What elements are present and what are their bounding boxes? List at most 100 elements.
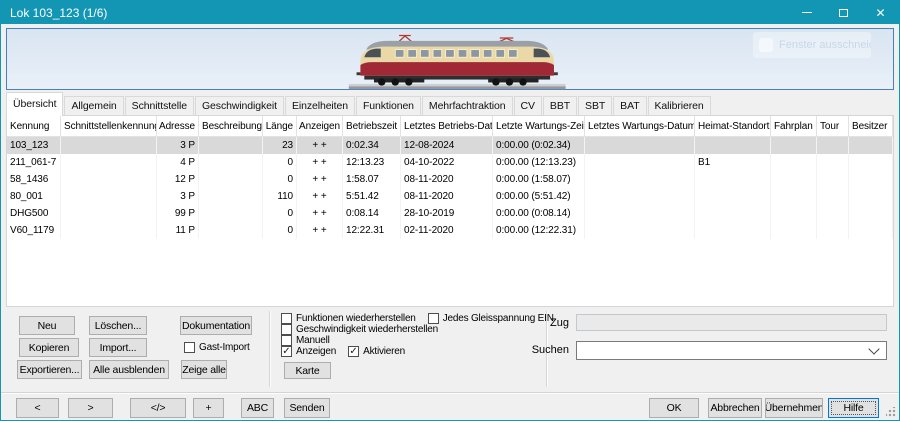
cell-adresse: 4 P [157, 154, 199, 171]
cell-letztes-wartungs-datum [585, 188, 695, 205]
option-line-4: ✓Anzeigen ✓Aktivieren [281, 346, 417, 357]
column-header-letztes-wartungs-datum[interactable]: Letztes Wartungs-Datum [585, 116, 695, 136]
gast-import-checkbox-box[interactable] [184, 342, 195, 353]
cell-letztes-wartungs-datum [585, 154, 695, 171]
ok-button[interactable]: OK [649, 398, 699, 418]
uebernehmen-button[interactable]: Übernehmen [765, 398, 823, 418]
geschwindigkeit-wiederherstellen-checkbox[interactable]: Geschwindigkeit wiederherstellen [281, 324, 438, 335]
cell-adresse: 3 P [157, 188, 199, 205]
cell-letztes-wartungs-datum [585, 205, 695, 222]
maximize-icon [839, 9, 848, 17]
column-header-besitzer[interactable]: Besitzer [849, 116, 893, 136]
cell-schnittstellenkennung [61, 205, 157, 222]
column-header-lange[interactable]: Länge [263, 116, 297, 136]
gast-import-checkbox[interactable]: Gast-Import [184, 342, 262, 353]
tab-allgemein[interactable]: Allgemein [64, 96, 123, 116]
cell-fahrplan [771, 154, 817, 171]
prev-button[interactable]: < [16, 398, 59, 418]
table-row[interactable]: DHG50099 P0+ +0:08.1428-10-20190:00.00 (… [7, 205, 893, 222]
checkbox-box[interactable]: ✓ [348, 346, 359, 357]
tab-funktionen[interactable]: Funktionen [356, 96, 421, 116]
column-header-betriebszeit[interactable]: Betriebszeit [343, 116, 401, 136]
cell-anzeigen: + + [297, 205, 343, 222]
column-header-tour[interactable]: Tour [817, 116, 849, 136]
column-header-anzeigen[interactable]: Anzeigen [297, 116, 343, 136]
table-row[interactable]: 103_1233 P23+ +0:02.3412-08-20240:00.00 … [7, 137, 893, 154]
plus-button[interactable]: + [193, 398, 224, 418]
checkbox-box[interactable] [281, 313, 292, 324]
column-header-letztes-betriebs-datum[interactable]: Letztes Betriebs-Datum [401, 116, 493, 136]
table-row[interactable]: V60_117911 P0+ +12:22.3102-11-20200:00.0… [7, 222, 893, 239]
dokumentation-button[interactable]: Dokumentation [180, 316, 252, 335]
abc-button[interactable]: ABC [241, 398, 274, 418]
resize-grip[interactable] [886, 407, 896, 417]
code-button[interactable]: </> [130, 398, 186, 418]
tab-ubersicht[interactable]: Übersicht [6, 92, 63, 116]
cell-heimat-standort [695, 188, 771, 205]
table-row[interactable]: 58_143612 P0+ +1:58.0708-11-20200:00.00 … [7, 171, 893, 188]
zug-input[interactable] [576, 314, 887, 331]
zeige-alle-button[interactable]: Zeige alle [181, 360, 227, 379]
column-header-schnittstellenkennung[interactable]: Schnittstellenkennung [61, 116, 157, 136]
cell-besitzer [849, 188, 893, 205]
lok-dialog-window: Lok 103_123 (1/6) ✕ [0, 0, 900, 421]
tab-cv[interactable]: CV [514, 96, 542, 116]
close-icon: ✕ [875, 6, 885, 20]
cell-heimat-standort: B1 [695, 154, 771, 171]
import-button[interactable]: Import... [89, 338, 147, 357]
cell-letztes-betriebs-datum: 12-08-2024 [401, 137, 493, 154]
tab-kalibrieren[interactable]: Kalibrieren [648, 96, 711, 116]
manuell-checkbox[interactable]: Manuell [281, 335, 330, 346]
senden-button[interactable]: Senden [284, 398, 330, 418]
cell-fahrplan [771, 205, 817, 222]
cell-fahrplan [771, 171, 817, 188]
tab-schnittstelle[interactable]: Schnittstelle [125, 96, 194, 116]
abbrechen-button[interactable]: Abbrechen [708, 398, 762, 418]
cell-heimat-standort [695, 171, 771, 188]
tab-bat[interactable]: BAT [613, 96, 646, 116]
next-button[interactable]: > [68, 398, 113, 418]
maximize-button[interactable] [825, 1, 862, 24]
column-header-letzte-wartungs-zeit[interactable]: Letzte Wartungs-Zeit [493, 116, 585, 136]
exportieren-button[interactable]: Exportieren... [17, 360, 82, 379]
checkbox-box[interactable] [281, 324, 292, 335]
cell-lange: 0 [263, 222, 297, 239]
cell-kennung: DHG500 [7, 205, 61, 222]
checkbox-box[interactable]: ✓ [281, 346, 292, 357]
aktivieren-checkbox[interactable]: ✓Aktivieren [348, 346, 405, 357]
alle-ausblenden-button[interactable]: Alle ausblenden [89, 360, 169, 379]
cell-heimat-standort [695, 205, 771, 222]
column-header-kennung[interactable]: Kennung [7, 116, 61, 136]
tab-sbt[interactable]: SBT [578, 96, 612, 116]
close-button[interactable]: ✕ [862, 1, 899, 24]
tab-mehrfachtraktion[interactable]: Mehrfachtraktion [422, 96, 513, 116]
table-row[interactable]: 211_061-74 P0+ +12:13.2304-10-20220:00.0… [7, 154, 893, 171]
tab-einzelheiten[interactable]: Einzelheiten [285, 96, 355, 116]
cell-letzte-wartungs-zeit: 0:00.00 (0:02.34) [493, 137, 585, 154]
chevron-down-icon [868, 343, 879, 354]
funktionen-wiederherstellen-checkbox[interactable]: Funktionen wiederherstellen [281, 313, 416, 324]
kopieren-button[interactable]: Kopieren [19, 338, 79, 357]
cell-beschreibung [199, 171, 263, 188]
checkbox-box[interactable] [281, 335, 292, 346]
suchen-combobox[interactable] [576, 341, 887, 360]
column-header-heimat-standort[interactable]: Heimat-Standort [695, 116, 771, 136]
column-header-beschreibung[interactable]: Beschreibung [199, 116, 263, 136]
tab-bbt[interactable]: BBT [543, 96, 577, 116]
titlebar[interactable]: Lok 103_123 (1/6) ✕ [1, 1, 899, 24]
table-row[interactable]: 80_0013 P110+ +5:51.4208-11-20200:00.00 … [7, 188, 893, 205]
anzeigen-checkbox[interactable]: ✓Anzeigen [281, 346, 336, 357]
cell-lange: 110 [263, 188, 297, 205]
hilfe-button[interactable]: Hilfe [828, 398, 879, 418]
checkbox-box[interactable] [428, 313, 439, 324]
tab-geschwindigkeit[interactable]: Geschwindigkeit [195, 96, 284, 116]
karte-button[interactable]: Karte [284, 362, 331, 379]
neu-button[interactable]: Neu [19, 316, 75, 335]
loeschen-button[interactable]: Löschen... [89, 316, 147, 335]
cell-kennung: 103_123 [7, 137, 61, 154]
column-header-fahrplan[interactable]: Fahrplan [771, 116, 817, 136]
minimize-button[interactable] [788, 1, 825, 24]
column-header-adresse[interactable]: Adresse [157, 116, 199, 136]
cell-kennung: 80_001 [7, 188, 61, 205]
cell-lange: 0 [263, 205, 297, 222]
